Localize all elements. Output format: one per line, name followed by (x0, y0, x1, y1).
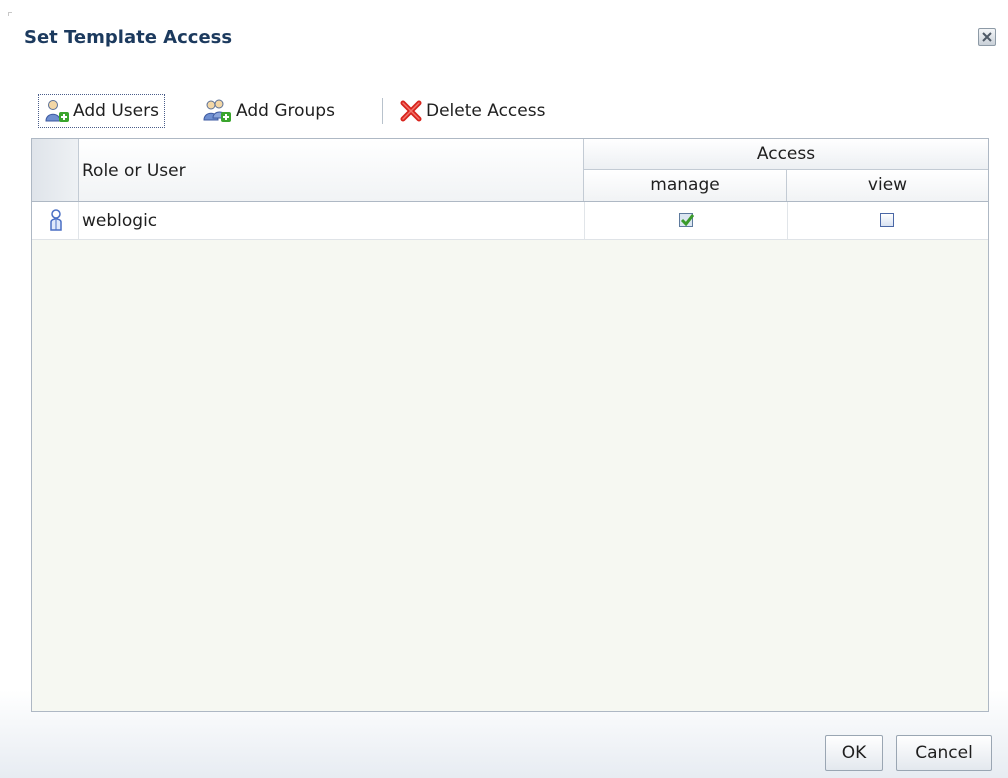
add-groups-label: Add Groups (236, 101, 335, 121)
column-header-access: Access (584, 139, 988, 170)
add-group-icon (203, 99, 231, 122)
ok-button[interactable]: OK (825, 735, 883, 771)
cell-view (787, 202, 988, 239)
delete-access-button[interactable]: Delete Access (394, 94, 550, 128)
add-groups-button[interactable]: Add Groups (198, 94, 340, 128)
add-users-button[interactable]: Add Users (38, 94, 165, 128)
toolbar: Add Users Add Groups Delete Access (38, 92, 598, 132)
column-header-manage[interactable]: manage (584, 170, 787, 201)
set-template-access-dialog: Set Template Access Add Users Add Groups… (0, 0, 1008, 778)
toolbar-separator (382, 98, 383, 124)
add-user-icon (45, 100, 69, 122)
row-header-column (32, 139, 79, 201)
column-header-role-or-user[interactable]: Role or User (79, 139, 584, 201)
add-users-label: Add Users (73, 101, 159, 121)
cell-manage (584, 202, 788, 239)
manage-checkbox[interactable] (679, 213, 694, 227)
table-row[interactable]: weblogic (32, 202, 988, 240)
dialog-title: Set Template Access (24, 27, 233, 48)
close-icon (982, 32, 992, 42)
row-user-name: weblogic (82, 211, 158, 231)
close-button[interactable] (978, 28, 996, 46)
dialog-corner (8, 12, 12, 16)
checkmark-icon (680, 214, 694, 227)
cancel-button[interactable]: Cancel (896, 735, 992, 771)
table-header: Role or User Access manage view (32, 139, 988, 202)
access-table: Role or User Access manage view weblogic (31, 138, 989, 712)
user-icon (50, 209, 62, 231)
delete-access-label: Delete Access (426, 101, 546, 121)
delete-icon (400, 100, 422, 122)
column-header-view[interactable]: view (787, 170, 988, 201)
view-checkbox[interactable] (880, 213, 894, 227)
row-header-cell (32, 202, 79, 239)
